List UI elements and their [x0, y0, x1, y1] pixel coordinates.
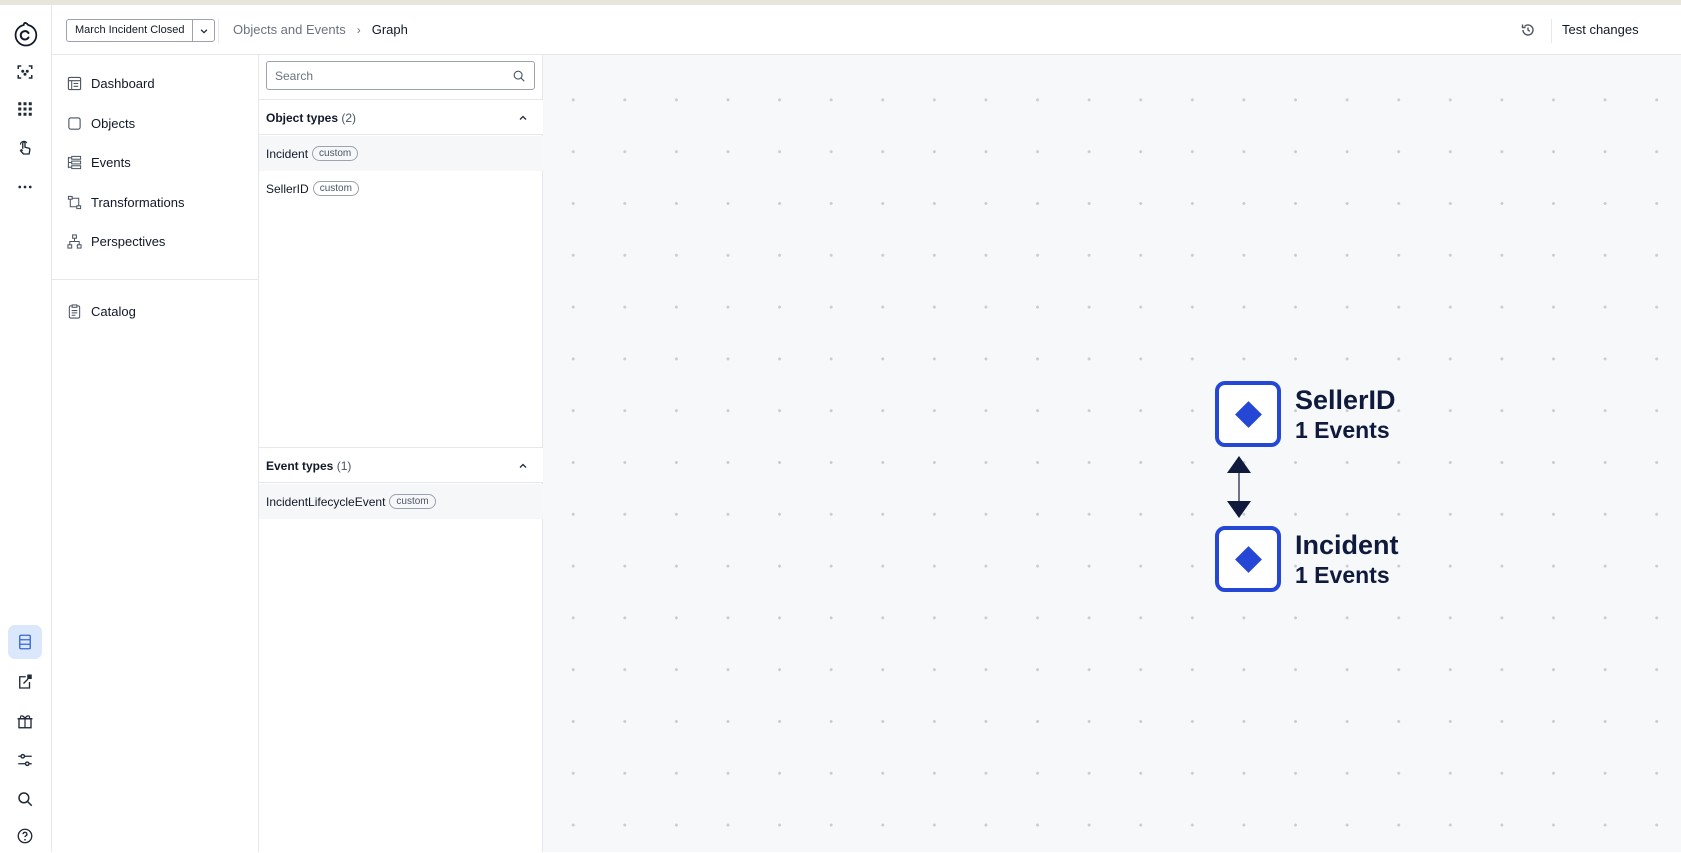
graph-node-incident[interactable]: Incident 1 Events	[1215, 526, 1399, 592]
section-count: (1)	[336, 459, 352, 473]
data-model-icon[interactable]	[8, 625, 42, 659]
header-divider	[1551, 19, 1552, 43]
breadcrumb: Objects and Events › Graph	[233, 22, 408, 37]
test-changes-button[interactable]: Test changes	[1562, 22, 1639, 37]
version-label[interactable]: March Incident Closed	[67, 20, 192, 41]
search-placeholder: Search	[275, 69, 314, 83]
nav-item-label: Catalog	[91, 303, 136, 319]
type-name: SellerID	[266, 181, 309, 196]
graph-node-sellerid[interactable]: SellerID 1 Events	[1215, 381, 1396, 447]
object-scan-icon[interactable]	[8, 55, 42, 89]
nav-item-objects[interactable]: Objects	[67, 112, 135, 134]
object-type-row[interactable]: Incident custom	[259, 136, 543, 171]
chevron-down-icon[interactable]	[192, 20, 214, 41]
dashboard-icon	[67, 76, 82, 90]
version-selector[interactable]: March Incident Closed	[66, 19, 216, 42]
section-title: Event types	[266, 459, 334, 473]
node-name: SellerID	[1295, 384, 1396, 415]
nav-item-label: Objects	[91, 115, 136, 131]
transformations-icon	[67, 195, 82, 209]
breadcrumb-graph: Graph	[371, 22, 408, 37]
nav-item-catalog[interactable]: Catalog	[67, 300, 136, 322]
graph-canvas[interactable]	[543, 55, 1681, 852]
package-icon[interactable]	[8, 704, 42, 738]
diamond-icon	[1234, 545, 1262, 573]
breadcrumb-separator: ›	[356, 22, 361, 37]
object-types-title: Object types (2)	[266, 111, 356, 125]
node-event-count: 1 Events	[1295, 416, 1390, 443]
export-icon[interactable]	[8, 665, 42, 699]
search-input[interactable]: Search	[266, 61, 535, 90]
node-event-count: 1 Events	[1295, 561, 1390, 588]
object-type-row[interactable]: SellerID custom	[259, 171, 543, 206]
section-nav: Dashboard Objects Events Transformations…	[52, 55, 259, 852]
top-header: March Incident Closed Objects and Events…	[52, 5, 1681, 55]
custom-badge: custom	[312, 146, 359, 161]
catalog-icon	[68, 303, 81, 319]
nav-item-label: Dashboard	[91, 75, 155, 91]
diamond-icon	[1234, 400, 1262, 428]
touch-icon[interactable]	[8, 131, 42, 165]
section-title: Object types	[266, 111, 339, 125]
type-name: IncidentLifecycleEvent	[266, 494, 386, 509]
chevron-up-icon[interactable]	[517, 112, 529, 124]
sliders-icon[interactable]	[8, 743, 42, 777]
logo-icon[interactable]	[8, 17, 42, 51]
app-rail	[0, 5, 52, 852]
object-node-icon	[1215, 381, 1281, 447]
search-icon	[513, 70, 525, 82]
nav-item-label: Events	[91, 154, 131, 170]
nav-item-perspectives[interactable]: Perspectives	[67, 230, 165, 252]
types-panel: Search Object types (2) Incident custom …	[259, 55, 543, 852]
custom-badge: custom	[312, 181, 359, 196]
event-type-row[interactable]: IncidentLifecycleEvent custom	[259, 484, 543, 519]
node-label: SellerID 1 Events	[1295, 385, 1396, 444]
nav-item-dashboard[interactable]: Dashboard	[67, 72, 155, 94]
custom-badge: custom	[389, 494, 436, 509]
perspectives-icon	[67, 233, 82, 249]
nav-item-events[interactable]: Events	[67, 151, 131, 173]
object-types-header[interactable]: Object types (2)	[259, 99, 543, 135]
history-icon[interactable]	[1520, 22, 1536, 38]
apps-grid-icon[interactable]	[8, 92, 42, 126]
events-icon	[67, 155, 82, 169]
nav-divider	[52, 279, 259, 280]
event-types-header[interactable]: Event types (1)	[259, 447, 543, 483]
type-name: Incident	[266, 146, 309, 161]
nav-item-label: Transformations	[91, 194, 185, 210]
node-name: Incident	[1295, 529, 1399, 560]
node-label: Incident 1 Events	[1295, 530, 1399, 589]
event-types-title: Event types (1)	[266, 459, 351, 473]
header-divider	[218, 19, 219, 43]
breadcrumb-objects-and-events[interactable]: Objects and Events	[233, 22, 346, 37]
objects-icon	[68, 116, 81, 130]
nav-item-label: Perspectives	[91, 233, 166, 249]
section-count: (2)	[341, 111, 357, 125]
bidirectional-edge-arrow	[1227, 456, 1251, 518]
search-icon[interactable]	[8, 782, 42, 816]
chevron-up-icon[interactable]	[517, 460, 529, 472]
object-node-icon	[1215, 526, 1281, 592]
nav-item-transformations[interactable]: Transformations	[67, 191, 184, 213]
help-icon[interactable]	[8, 819, 42, 853]
more-icon[interactable]	[8, 170, 42, 204]
